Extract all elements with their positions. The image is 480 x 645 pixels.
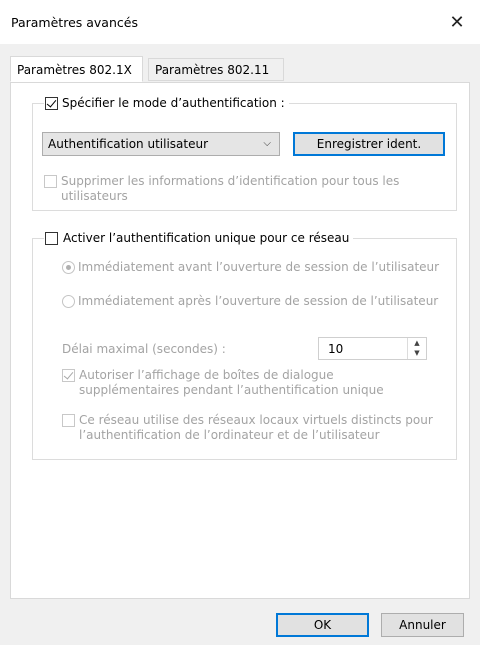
specify-mode-checkbox-row[interactable]: Spécifier le mode d’authentification : [44, 96, 289, 110]
enable-sso-checkbox-row[interactable]: Activer l’authentification unique pour c… [44, 231, 354, 245]
max-delay-stepper[interactable]: 10 ▲ ▼ [318, 337, 427, 360]
auth-mode-dropdown[interactable]: Authentification utilisateur ⌵ [42, 132, 280, 156]
specify-mode-checkbox[interactable] [45, 96, 58, 110]
allow-dialogs-label: Autoriser l’affichage de boîtes de dialo… [79, 368, 384, 397]
vlan-checkbox[interactable] [62, 414, 75, 427]
radio-after-logon[interactable] [62, 295, 75, 308]
title-bar: Paramètres avancés ✕ [0, 0, 480, 44]
max-delay-value: 10 [328, 342, 344, 356]
delete-credentials-row[interactable]: Supprimer les informations d’identificat… [44, 174, 444, 204]
vlan-label: Ce réseau utilise des réseaux locaux vir… [79, 413, 433, 442]
cancel-button[interactable]: Annuler [381, 613, 464, 637]
radio-after-label: Immédiatement après l’ouverture de sessi… [78, 294, 439, 308]
specify-mode-label: Spécifier le mode d’authentification : [62, 96, 285, 110]
chevron-down-icon: ⌵ [263, 138, 271, 149]
enable-sso-checkbox[interactable] [45, 231, 58, 245]
radio-before-row[interactable]: Immédiatement avant l’ouverture de sessi… [62, 260, 439, 275]
max-delay-label: Délai maximal (secondes) : [62, 342, 226, 356]
delete-credentials-label: Supprimer les informations d’identificat… [61, 174, 400, 203]
auth-mode-value: Authentification utilisateur [48, 137, 209, 151]
save-credentials-button[interactable]: Enregistrer ident. [293, 132, 445, 156]
allow-dialogs-checkbox[interactable] [62, 369, 75, 382]
vlan-row[interactable]: Ce réseau utilise des réseaux locaux vir… [62, 413, 452, 443]
stepper-up-icon[interactable]: ▲ [408, 338, 426, 348]
window-title: Paramètres avancés [11, 15, 138, 30]
radio-before-label: Immédiatement avant l’ouverture de sessi… [78, 260, 440, 274]
close-icon[interactable]: ✕ [434, 0, 480, 44]
tab-80211[interactable]: Paramètres 802.11 [148, 58, 284, 81]
ok-button[interactable]: OK [276, 613, 369, 637]
allow-dialogs-row[interactable]: Autoriser l’affichage de boîtes de dialo… [62, 368, 447, 398]
tab-8021x[interactable]: Paramètres 802.1X [10, 56, 143, 82]
delete-credentials-checkbox[interactable] [44, 175, 57, 188]
stepper-arrows: ▲ ▼ [407, 338, 426, 359]
enable-sso-label: Activer l’authentification unique pour c… [63, 231, 350, 245]
stepper-down-icon[interactable]: ▼ [408, 348, 426, 358]
radio-before-logon[interactable] [62, 261, 75, 274]
radio-after-row[interactable]: Immédiatement après l’ouverture de sessi… [62, 294, 438, 309]
